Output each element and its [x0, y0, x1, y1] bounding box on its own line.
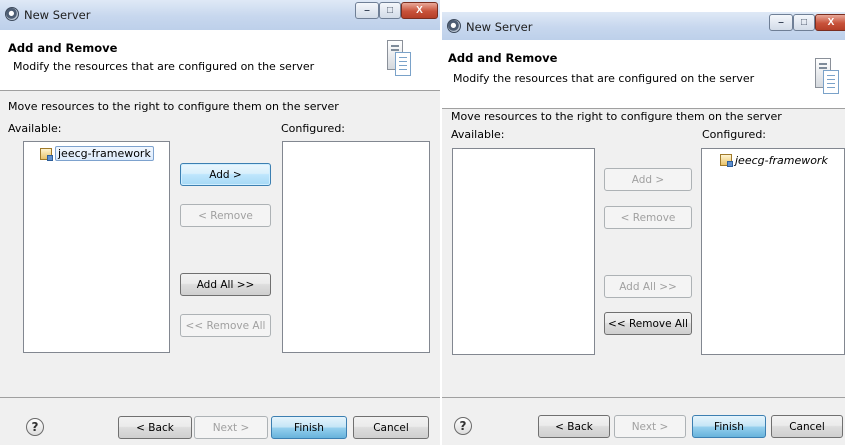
remove-all-button[interactable]: << Remove All — [180, 314, 271, 337]
add-button[interactable]: Add > — [180, 163, 271, 186]
maximize-button[interactable]: □ — [379, 2, 401, 19]
remove-button[interactable]: < Remove — [604, 206, 692, 229]
wizard-footer: ? < Back Next > Finish Cancel — [442, 397, 845, 445]
new-server-dialog-left: New Server – □ X Add and Remove Modify t… — [0, 0, 440, 445]
page-title: Add and Remove — [8, 41, 118, 55]
add-all-button[interactable]: Add All >> — [180, 273, 271, 296]
remove-button[interactable]: < Remove — [180, 204, 271, 227]
finish-button[interactable]: Finish — [271, 416, 347, 439]
wizard-header: Add and Remove Modify the resources that… — [442, 40, 845, 109]
maximize-button[interactable]: □ — [793, 14, 815, 31]
available-list[interactable] — [452, 148, 595, 355]
help-icon[interactable]: ? — [26, 418, 44, 436]
configured-list[interactable] — [282, 141, 430, 353]
cancel-button[interactable]: Cancel — [353, 416, 429, 439]
wizard-footer: ? < Back Next > Finish Cancel — [0, 397, 440, 445]
back-button[interactable]: < Back — [118, 416, 192, 439]
page-description: Modify the resources that are configured… — [453, 72, 755, 85]
eclipse-icon — [5, 7, 19, 21]
list-item-jeecg-framework[interactable]: jeecg-framework — [40, 146, 154, 162]
add-all-button[interactable]: Add All >> — [604, 275, 692, 298]
remove-all-button[interactable]: << Remove All — [604, 312, 692, 335]
next-button[interactable]: Next > — [194, 416, 268, 439]
available-label: Available: — [8, 122, 62, 135]
wizard-header: Add and Remove Modify the resources that… — [0, 30, 440, 91]
page-description: Modify the resources that are configured… — [13, 60, 315, 73]
new-server-dialog-right: New Server – □ X Add and Remove Modify t… — [442, 12, 845, 445]
minimize-button[interactable]: – — [355, 2, 379, 19]
available-list[interactable]: jeecg-framework — [23, 141, 170, 353]
cancel-button[interactable]: Cancel — [771, 415, 843, 438]
available-label: Available: — [451, 128, 505, 141]
project-icon — [40, 147, 53, 161]
help-icon[interactable]: ? — [454, 417, 472, 435]
page-title: Add and Remove — [448, 51, 558, 65]
server-icon — [387, 40, 411, 76]
instruction-text: Move resources to the right to configure… — [8, 100, 339, 113]
window-title: New Server — [24, 8, 91, 22]
instruction-text: Move resources to the right to configure… — [451, 110, 782, 123]
configured-list[interactable]: jeecg-framework — [701, 148, 845, 355]
configured-label: Configured: — [702, 128, 767, 141]
add-button[interactable]: Add > — [604, 168, 692, 191]
title-bar[interactable]: New Server – □ X — [0, 0, 440, 30]
back-button[interactable]: < Back — [538, 415, 610, 438]
server-icon — [815, 58, 839, 94]
eclipse-icon — [447, 19, 461, 33]
minimize-button[interactable]: – — [769, 14, 793, 31]
close-button[interactable]: X — [401, 2, 438, 19]
window-title: New Server — [466, 20, 533, 34]
configured-label: Configured: — [281, 122, 346, 135]
project-icon — [720, 154, 733, 167]
list-item-jeecg-framework[interactable]: jeecg-framework — [720, 153, 828, 169]
next-button[interactable]: Next > — [614, 415, 686, 438]
title-bar[interactable]: New Server – □ X — [442, 12, 845, 40]
close-button[interactable]: X — [815, 14, 845, 31]
finish-button[interactable]: Finish — [692, 415, 766, 438]
